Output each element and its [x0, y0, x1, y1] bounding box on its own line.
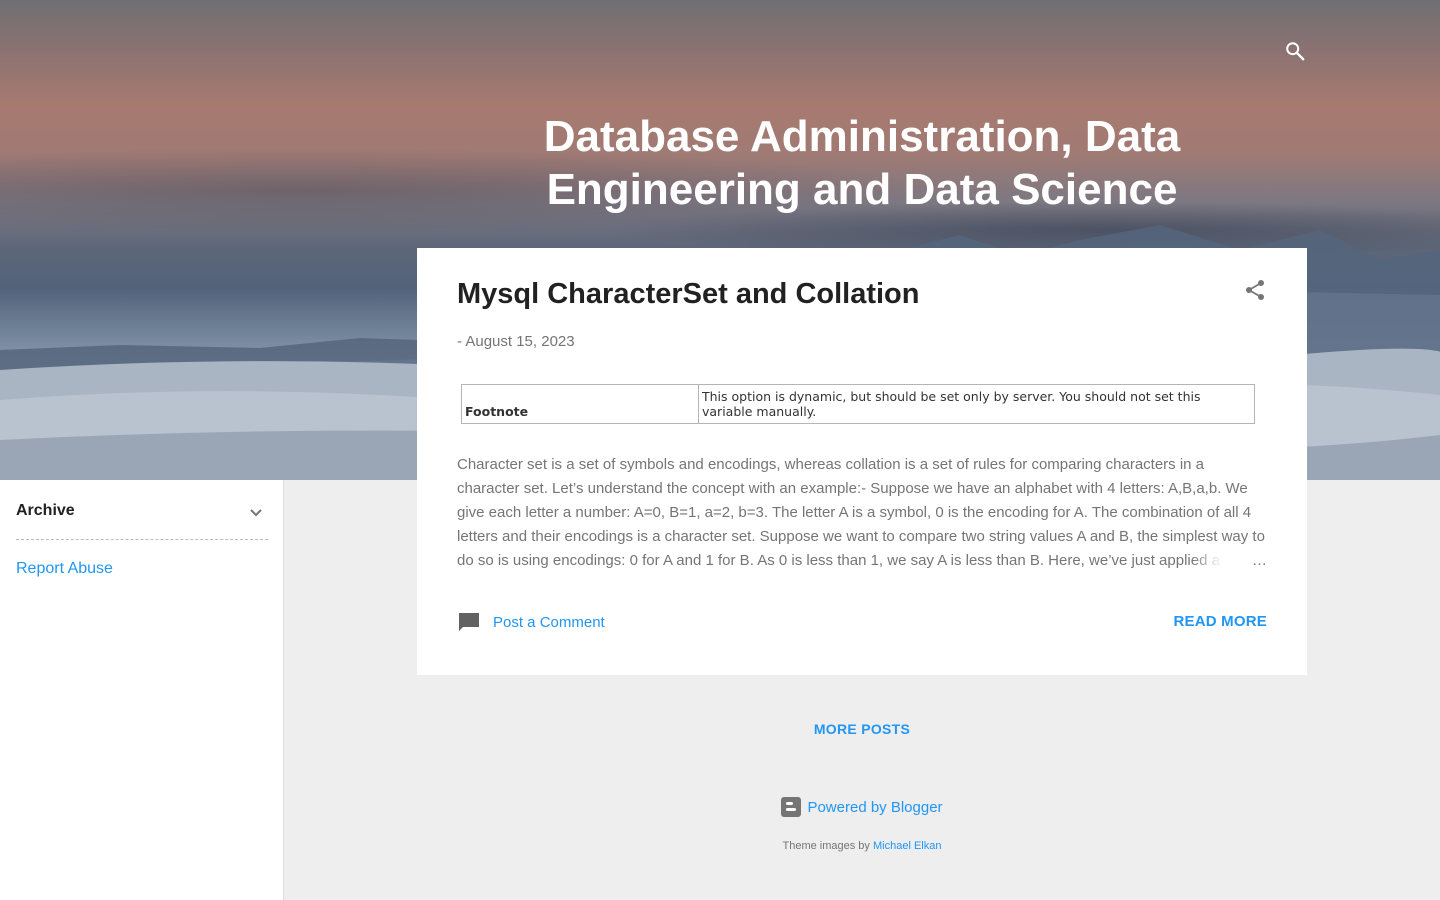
sidebar: Archive Report Abuse [0, 480, 284, 900]
footnote-table-image: Footnote This option is dynamic, but sho… [461, 384, 1255, 424]
comment-icon [459, 613, 479, 631]
theme-credits: Theme images by Michael Elkan [417, 840, 1307, 852]
blogger-icon [781, 797, 802, 817]
post-date: - August 15, 2023 [457, 333, 575, 350]
post-title[interactable]: Mysql CharacterSet and Collation [457, 278, 920, 311]
post-date-prefix: - [457, 333, 462, 350]
archive-toggle[interactable]: Archive [16, 500, 268, 540]
post-comment-label: Post a Comment [493, 613, 605, 631]
post-snippet: Character set is a set of symbols and en… [457, 453, 1267, 573]
report-abuse-link[interactable]: Report Abuse [16, 560, 113, 578]
archive-label: Archive [16, 502, 75, 519]
powered-by-blogger-link[interactable]: Powered by Blogger [417, 797, 1307, 817]
theme-author-link[interactable]: Michael Elkan [873, 840, 941, 852]
post-snippet-text: Character set is a set of symbols and en… [457, 456, 1265, 569]
search-icon[interactable] [1284, 40, 1306, 62]
post-date-link[interactable]: August 15, 2023 [465, 333, 574, 350]
theme-images-prefix: Theme images by [782, 840, 870, 852]
powered-by-label: Powered by Blogger [807, 798, 943, 816]
post-comment-link[interactable]: Post a Comment [457, 610, 605, 634]
more-posts-button[interactable]: MORE POSTS [417, 721, 1307, 737]
snippet-ellipsis: … [1192, 549, 1267, 573]
footnote-text: This option is dynamic, but should be se… [698, 384, 1255, 424]
footnote-label: Footnote [461, 384, 699, 424]
chevron-down-icon[interactable] [244, 500, 268, 524]
post-card: Mysql CharacterSet and Collation - Augus… [417, 248, 1307, 675]
share-icon[interactable] [1243, 278, 1267, 302]
read-more-button[interactable]: READ MORE [1174, 613, 1267, 630]
blog-title[interactable]: Database Administration, Data Engineerin… [417, 110, 1307, 216]
